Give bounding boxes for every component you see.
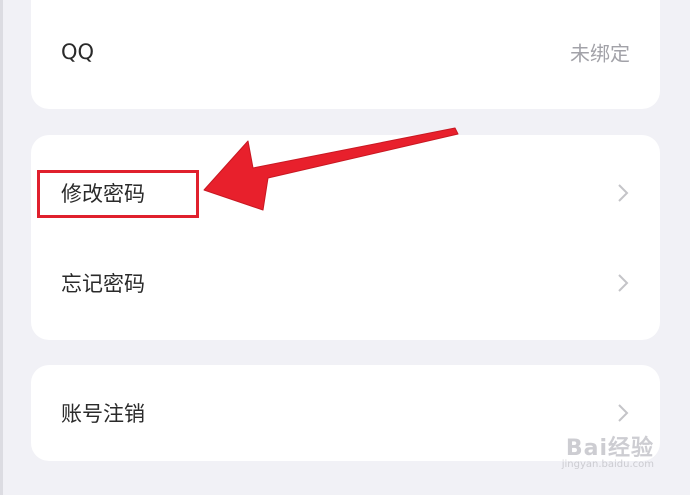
watermark-url: jingyan.baidu.com	[561, 459, 654, 470]
forgot-password-label: 忘记密码	[61, 272, 145, 296]
bindings-card: QQ 未绑定	[31, 0, 660, 109]
chevron-right-icon	[618, 184, 629, 202]
deactivate-account-label: 账号注销	[61, 402, 145, 426]
highlight-box	[37, 170, 199, 218]
qq-label: QQ	[61, 40, 95, 64]
password-card: 修改密码 忘记密码	[31, 135, 660, 340]
forgot-password-row[interactable]: 忘记密码	[31, 253, 660, 313]
watermark-logo: Bai经验	[565, 436, 654, 461]
chevron-right-icon	[618, 274, 629, 292]
qq-binding-status: 未绑定	[570, 41, 630, 66]
qq-binding-row[interactable]: QQ 未绑定	[31, 22, 660, 82]
chevron-right-icon	[618, 404, 629, 422]
frame-edge	[0, 0, 3, 495]
